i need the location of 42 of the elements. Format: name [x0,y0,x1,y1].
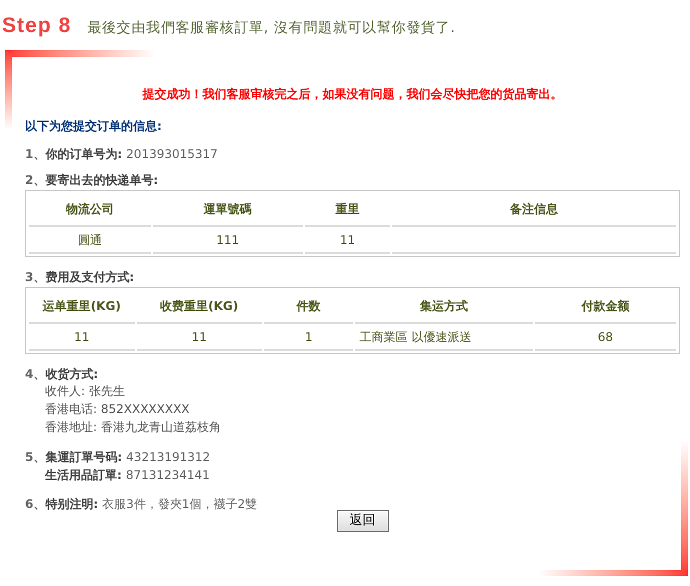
section-number: 3、 [25,269,46,285]
column-header: 付款金额 [581,298,630,314]
section-number: 4、 [25,366,46,382]
table-cell: 11 [74,328,90,344]
section-number: 1、 [25,146,46,162]
column-header: 運單號碼 [204,201,252,217]
address-line: 香港电话: 852XXXXXXXX [45,402,190,416]
section-number: 6、 [25,496,46,512]
section-number: 5、 [25,449,46,466]
column-header: 件数 [296,298,321,314]
section-label: 特别注明: [45,496,98,512]
section-label: 集運訂單号码: [45,449,122,466]
section-number: 2、 [25,172,46,188]
table-cell: 工商業區 以優速派送 [359,328,472,344]
table-cell: 68 [598,328,613,344]
success-message: 提交成功！我们客服审核完之后，如果没有问题，我们会尽快把您的货品寄出。 [142,87,562,101]
field-value: 87131234141 [126,467,210,484]
step-label: Step 8 [2,18,72,34]
address-line: 收件人: 张先生 [45,384,125,398]
table-cell: 111 [216,232,240,248]
column-header: 收费重里(KG) [160,298,238,314]
field-value: 衣服3件，發夾1個，襪子2雙 [102,496,258,512]
field-value: 43213191312 [126,449,210,466]
section-label: 费用及支付方式: [45,269,134,285]
section-label: 要寄出去的快递单号: [45,172,158,188]
back-button[interactable]: 返回 [336,510,388,532]
column-header: 集运方式 [420,298,468,314]
table-cell: 11 [340,232,356,248]
table-cell: 圓通 [78,232,102,248]
table-cell: 11 [192,328,207,344]
column-header: 物流公司 [66,201,114,217]
section-label: 你的订单号为: [45,146,122,162]
column-header: 运单重里(KG) [42,298,121,314]
field-value: 201393015317 [126,146,218,162]
section-label: 生活用品訂單: [45,467,122,484]
info-heading: 以下为您提交订单的信息: [25,119,162,133]
address-line: 香港地址: 香港九龙青山道荔枝角 [45,420,221,434]
section-label: 收货方式: [45,366,98,382]
column-header: 备注信息 [510,201,558,217]
table-cell: 1 [304,328,313,344]
column-header: 重里 [336,201,360,217]
step-subtitle: 最後交由我們客服審核訂單, 沒有問題就可以幫你發貨了. [87,20,456,36]
